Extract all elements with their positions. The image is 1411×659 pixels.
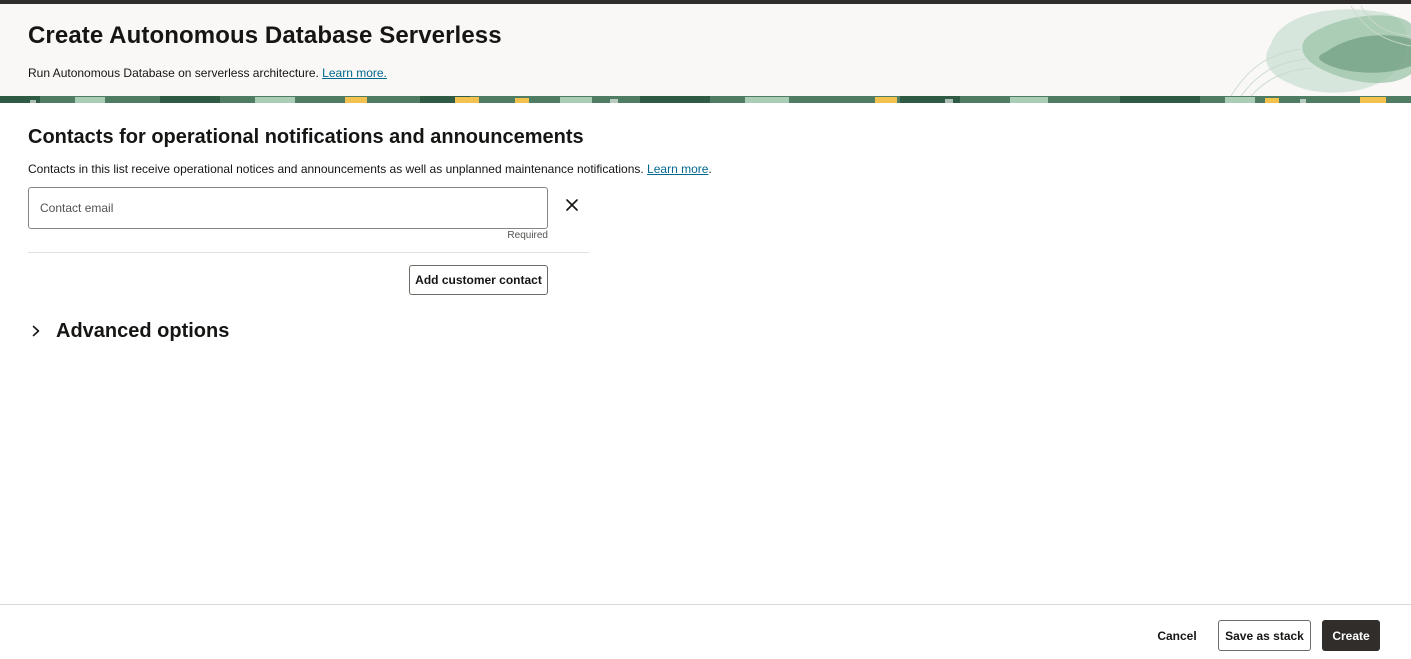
create-button[interactable]: Create xyxy=(1322,620,1380,651)
chevron-right-icon xyxy=(28,323,44,339)
cancel-button[interactable]: Cancel xyxy=(1148,620,1206,651)
contacts-section-description: Contacts in this list receive operationa… xyxy=(28,162,712,176)
required-hint: Required xyxy=(507,230,548,241)
contacts-learn-more-link[interactable]: Learn more xyxy=(647,162,708,176)
page-title: Create Autonomous Database Serverless xyxy=(28,22,502,49)
decorative-leaf-art xyxy=(1230,5,1411,96)
decorative-banner-strip xyxy=(0,96,1411,103)
contact-email-field[interactable] xyxy=(28,187,548,229)
remove-contact-button[interactable] xyxy=(562,195,582,215)
form-footer: Cancel Save as stack Create xyxy=(0,604,1411,659)
save-as-stack-button[interactable]: Save as stack xyxy=(1218,620,1311,651)
advanced-options-label: Advanced options xyxy=(56,319,230,342)
contacts-section-title: Contacts for operational notifications a… xyxy=(28,126,584,148)
advanced-options-toggle[interactable]: Advanced options xyxy=(28,316,229,346)
header-learn-more-link[interactable]: Learn more. xyxy=(322,66,387,80)
divider xyxy=(28,252,589,253)
close-icon xyxy=(566,199,578,211)
contacts-description-text: Contacts in this list receive operationa… xyxy=(28,162,644,176)
add-customer-contact-button[interactable]: Add customer contact xyxy=(409,265,548,295)
period: . xyxy=(708,162,712,176)
page-subtitle: Run Autonomous Database on serverless ar… xyxy=(28,66,387,80)
page-subtitle-text: Run Autonomous Database on serverless ar… xyxy=(28,66,319,80)
page-header: Create Autonomous Database Serverless Ru… xyxy=(0,4,1411,96)
contact-email-input[interactable] xyxy=(40,188,535,228)
